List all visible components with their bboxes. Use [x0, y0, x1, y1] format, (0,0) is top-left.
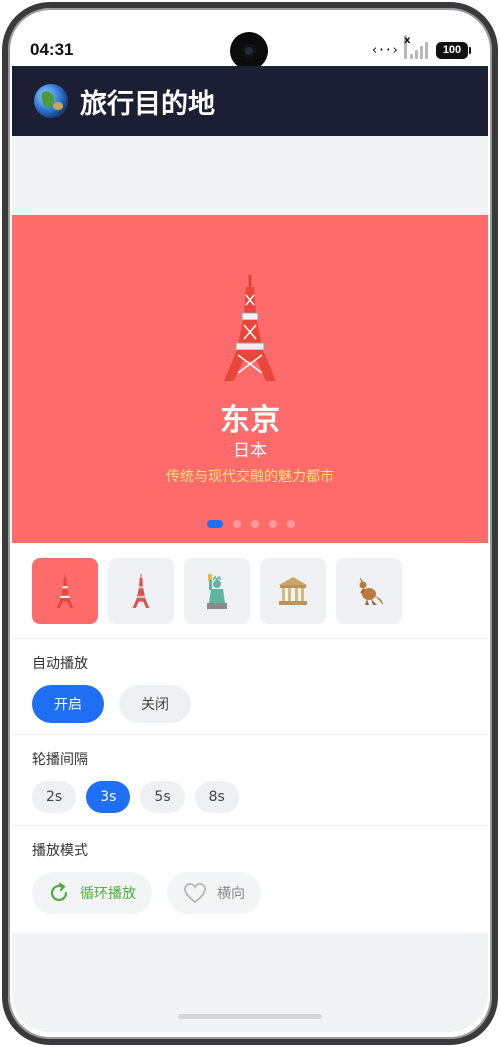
autoplay-off-button[interactable]: 关闭	[119, 685, 191, 723]
control-panel: 自动播放 开启 关闭 轮播间隔 2s 3s 5s 8s 播放模式 循环播放 横向	[12, 543, 488, 933]
app-header: 旅行目的地	[12, 66, 488, 136]
interval-option-3s[interactable]: 3s	[86, 781, 131, 813]
thumbnail-strip	[12, 543, 488, 639]
status-bar: 04:31 ‹··› x 100	[12, 14, 488, 70]
autoplay-section: 自动播放 开启 关闭	[12, 639, 488, 735]
autoplay-on-button[interactable]: 开启	[32, 685, 104, 723]
classical-building-icon	[279, 577, 307, 605]
statue-of-liberty-icon	[207, 574, 227, 609]
horizontal-mode-label: 横向	[217, 886, 245, 902]
carousel-dot-1[interactable]	[207, 520, 223, 528]
thumbnail-sydney[interactable]	[336, 558, 402, 624]
carousel-dot-2[interactable]	[233, 520, 241, 528]
thumbnail-new-york[interactable]	[184, 558, 250, 624]
status-icons: ‹··› x 100	[370, 35, 471, 59]
slide-country: 日本	[233, 441, 267, 461]
screen: 04:31 ‹··› x 100 旅行目的地 东京 日本 传统与现代交融的魅力都…	[12, 14, 488, 1032]
interval-label: 轮播间隔	[32, 752, 88, 768]
carousel-dot-5[interactable]	[287, 520, 295, 528]
destination-carousel[interactable]: 东京 日本 传统与现代交融的魅力都市	[12, 215, 488, 543]
page-title: 旅行目的地	[80, 88, 215, 120]
carousel-dot-3[interactable]	[251, 520, 259, 528]
data-transfer-icon: ‹··›	[370, 42, 399, 58]
thumbnail-rome[interactable]	[260, 558, 326, 624]
interval-option-8s[interactable]: 8s	[194, 781, 239, 813]
slide-description: 传统与现代交融的魅力都市	[166, 469, 334, 485]
front-camera	[230, 32, 268, 70]
home-indicator[interactable]	[178, 1014, 322, 1019]
carousel-indicator	[207, 520, 295, 528]
globe-icon	[34, 84, 68, 118]
battery-icon: 100	[436, 41, 471, 59]
horizontal-mode-button[interactable]: 横向	[167, 872, 261, 914]
interval-section: 轮播间隔 2s 3s 5s 8s	[12, 735, 488, 826]
carousel-dot-4[interactable]	[269, 520, 277, 528]
autoplay-label: 自动播放	[32, 656, 88, 672]
loop-mode-button[interactable]: 循环播放	[32, 872, 152, 914]
mode-label: 播放模式	[32, 843, 88, 859]
heart-icon	[184, 883, 206, 904]
signal-icon: x	[404, 35, 430, 59]
loop-mode-label: 循环播放	[80, 886, 136, 902]
slide-city: 东京	[220, 403, 280, 438]
mode-section: 播放模式 循环播放 横向	[12, 826, 488, 914]
refresh-icon	[50, 882, 68, 902]
tokyo-tower-icon	[56, 574, 74, 608]
status-time: 04:31	[30, 40, 74, 59]
thumbnail-tokyo[interactable]	[32, 558, 98, 624]
tokyo-tower-icon	[224, 275, 276, 381]
interval-option-2s[interactable]: 2s	[32, 781, 77, 813]
thumbnail-paris[interactable]	[108, 558, 174, 624]
eiffel-tower-icon	[132, 574, 150, 608]
interval-option-5s[interactable]: 5s	[140, 781, 185, 813]
kangaroo-icon	[359, 577, 383, 605]
